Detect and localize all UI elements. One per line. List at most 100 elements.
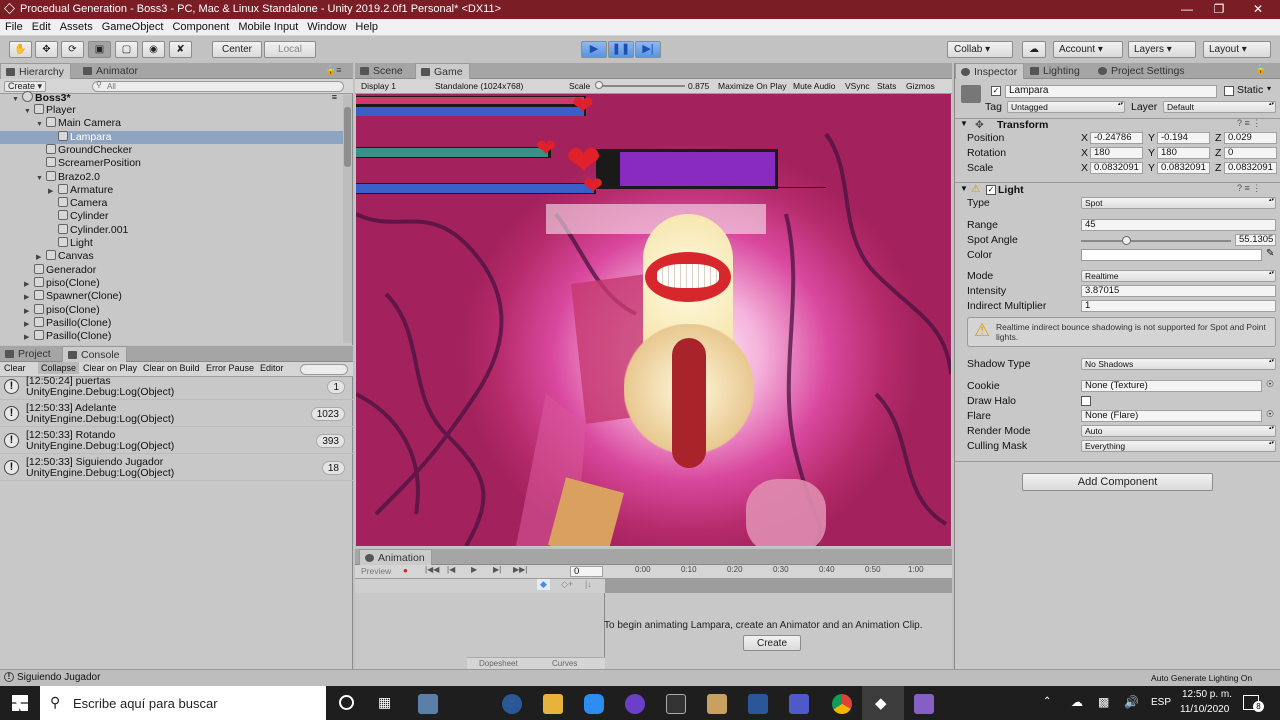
tab-inspector[interactable]: Inspector [955, 63, 1025, 79]
expand-arrow-icon[interactable]: ▶ [24, 291, 34, 304]
expand-arrow-icon[interactable]: ▶ [24, 305, 34, 318]
hierarchy-item[interactable]: ▶ Pasillo(Clone) [0, 330, 345, 343]
clock-date[interactable]: 11/10/2020 [1180, 704, 1229, 715]
expand-arrow-icon[interactable]: ▶ [24, 331, 34, 344]
maximize-button[interactable]: ❐ [1204, 1, 1234, 18]
step-button[interactable]: ▶| [635, 41, 661, 58]
scale-slider-thumb[interactable] [595, 81, 603, 89]
console-entry[interactable]: ! [12:50:33] Siguiendo Jugador UnityEngine… [0, 455, 353, 481]
library-icon[interactable] [707, 694, 727, 714]
tab-project[interactable]: Project [0, 346, 57, 362]
active-checkbox[interactable]: ✓ [991, 86, 1001, 96]
render-mode-dropdown[interactable]: Auto [1081, 425, 1276, 437]
curves-tab[interactable]: Curves [552, 659, 577, 668]
pivot-center-button[interactable]: Center [212, 41, 262, 58]
component-menu-icon[interactable]: ? ≡ ⋮ [1237, 118, 1261, 129]
hierarchy-item[interactable]: ▶ piso(Clone) [0, 276, 345, 290]
add-component-button[interactable]: Add Component [1022, 473, 1213, 491]
shadow-type-dropdown[interactable]: No Shadows [1081, 358, 1276, 370]
visual-studio-icon[interactable] [914, 694, 934, 714]
tag-dropdown[interactable]: Untagged [1007, 101, 1125, 113]
tab-scene[interactable]: Scene [355, 63, 409, 79]
transform-tool-icon[interactable]: ◉ [142, 41, 165, 58]
network-icon[interactable]: ▩ [1098, 695, 1109, 709]
expand-arrow-icon[interactable]: ▶ [36, 251, 46, 264]
static-dropdown-icon[interactable]: ▾ [1267, 84, 1271, 93]
clear-on-play-button[interactable]: Clear on Play [83, 363, 137, 373]
app-icon-2[interactable] [502, 694, 522, 714]
hierarchy-item[interactable]: Light [0, 237, 345, 250]
frame-field[interactable]: 0 [570, 566, 603, 577]
teams-icon[interactable] [789, 694, 809, 714]
tab-animation[interactable]: Animation [359, 549, 432, 565]
prev-key-icon[interactable]: |◀ [447, 565, 455, 574]
foldout-arrow-icon[interactable]: ▼ [960, 184, 968, 193]
hierarchy-item[interactable]: Lampara [0, 130, 345, 144]
create-clip-button[interactable]: Create [743, 635, 801, 651]
flare-field[interactable]: None (Flare) [1081, 410, 1262, 422]
pause-button[interactable]: ❚❚ [608, 41, 634, 58]
vsync-toggle[interactable]: VSync [845, 81, 870, 91]
play-button[interactable]: ▶ [581, 41, 607, 58]
hierarchy-item[interactable]: Cylinder [0, 210, 345, 223]
lock-icon[interactable]: 🔒 [1255, 64, 1266, 75]
light-enabled-checkbox[interactable]: ✓ [986, 185, 996, 195]
hierarchy-item[interactable]: ▶ piso(Clone) [0, 303, 345, 318]
hierarchy-scrollbar[interactable] [343, 95, 352, 343]
expand-arrow-icon[interactable]: ▼ [24, 105, 34, 118]
first-key-icon[interactable]: |◀◀ [425, 565, 439, 574]
volume-icon[interactable]: 🔊 [1124, 695, 1139, 709]
rotate-tool-icon[interactable]: ⟳ [61, 41, 84, 58]
dopesheet-tab[interactable]: Dopesheet [479, 659, 518, 668]
layers-dropdown[interactable]: Layers ▾ [1128, 41, 1196, 58]
scale-slider[interactable] [595, 81, 685, 89]
static-checkbox[interactable] [1224, 86, 1234, 96]
console-entry[interactable]: ! [12:50:33] Rotando UnityEngine.Debug:Log… [0, 428, 353, 454]
menu-mobile-input[interactable]: Mobile Input [233, 19, 302, 33]
language-indicator[interactable]: ESP [1151, 697, 1171, 708]
transform-x-input[interactable]: 0.0832091 [1090, 162, 1143, 174]
expand-arrow-icon[interactable]: ▼ [36, 118, 46, 131]
cookie-field[interactable]: None (Texture) [1081, 380, 1262, 392]
scene-menu-icon[interactable]: ≡ [332, 91, 337, 104]
menu-help[interactable]: Help [350, 19, 382, 33]
transform-y-input[interactable]: -0.194 [1157, 132, 1210, 144]
expand-arrow-icon[interactable]: ▶ [24, 318, 34, 331]
object-picker-icon[interactable]: ☉ [1266, 379, 1274, 390]
collapse-button[interactable]: Collapse [38, 362, 80, 374]
hierarchy-item[interactable]: GroundChecker [0, 143, 345, 157]
spot-angle-input[interactable]: 55.1305 [1235, 234, 1276, 246]
foldout-arrow-icon[interactable]: ▼ [960, 119, 968, 128]
custom-tool-icon[interactable]: ✘ [169, 41, 192, 58]
status-message[interactable]: Siguiendo Jugador [17, 672, 100, 683]
unity-taskbar-active[interactable]: ◆ [862, 686, 904, 720]
hand-tool-icon[interactable]: ✋ [9, 41, 32, 58]
collab-dropdown[interactable]: Collab ▾ [947, 41, 1013, 58]
menu-gameobject[interactable]: GameObject [97, 19, 168, 33]
hierarchy-item[interactable]: ▶ Spawner(Clone) [0, 290, 345, 303]
minimize-button[interactable]: — [1172, 1, 1202, 18]
transform-y-input[interactable]: 0.0832091 [1157, 162, 1210, 174]
maximize-on-play-toggle[interactable]: Maximize On Play [718, 81, 787, 91]
intensity-input[interactable]: 3.87015 [1081, 285, 1276, 297]
app-icon-1[interactable] [418, 694, 438, 714]
spot-angle-thumb[interactable] [1122, 236, 1131, 245]
file-explorer-icon[interactable] [543, 694, 563, 714]
stats-toggle[interactable]: Stats [877, 81, 896, 91]
menu-component[interactable]: Component [167, 19, 233, 33]
mute-audio-toggle[interactable]: Mute Audio [793, 81, 836, 91]
transform-x-input[interactable]: 180 [1090, 147, 1143, 159]
scale-tool-icon[interactable]: ▣ [88, 41, 111, 58]
last-key-icon[interactable]: ▶▶| [513, 565, 527, 574]
tab-game[interactable]: Game [415, 63, 470, 79]
indirect-multiplier-input[interactable]: 1 [1081, 300, 1276, 312]
culling-mask-dropdown[interactable]: Everything [1081, 440, 1276, 452]
hierarchy-item[interactable]: ▼ Brazo2.0 [0, 170, 345, 185]
expand-arrow-icon[interactable]: ▼ [36, 172, 46, 185]
spot-angle-slider[interactable] [1081, 236, 1231, 245]
chrome-icon[interactable] [832, 694, 852, 714]
color-swatch[interactable] [1081, 249, 1262, 261]
transform-z-input[interactable]: 0.0832091 [1224, 162, 1277, 174]
clear-on-build-button[interactable]: Clear on Build [143, 363, 200, 373]
task-view-icon[interactable]: ▦ [378, 694, 391, 711]
